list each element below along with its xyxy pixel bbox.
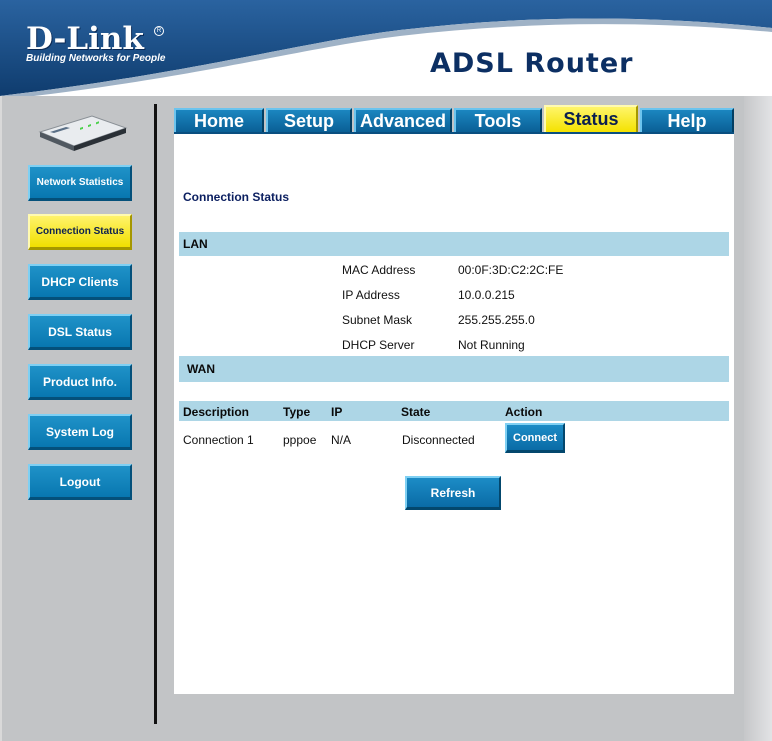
wan-col-state: State: [401, 405, 431, 419]
tab-home[interactable]: Home: [174, 108, 264, 132]
lan-dhcp-value: Not Running: [458, 338, 525, 352]
brand-name: D-Link: [26, 21, 144, 57]
sidebar-item-product-info[interactable]: Product Info.: [28, 364, 132, 400]
product-title: ADSL Router: [430, 48, 634, 79]
wan-row-state: Disconnected: [402, 433, 475, 447]
tab-setup[interactable]: Setup: [266, 108, 352, 132]
main-tabs: Home Setup Advanced Tools Status Help: [174, 105, 734, 133]
sidebar-item-system-log[interactable]: System Log: [28, 414, 132, 450]
wan-row-ip: N/A: [331, 433, 352, 447]
registered-mark-icon: R: [154, 26, 164, 36]
header-banner: D-Link Building Networks for People R AD…: [0, 0, 772, 100]
wan-col-type: Type: [283, 405, 311, 419]
tab-help[interactable]: Help: [640, 108, 734, 132]
lan-mac-value: 00:0F:3D:C2:2C:FE: [458, 263, 564, 277]
tab-advanced[interactable]: Advanced: [354, 108, 452, 132]
sidebar-item-dsl-status[interactable]: DSL Status: [28, 314, 132, 350]
router-device-icon: [38, 115, 128, 151]
lan-dhcp-label: DHCP Server: [342, 338, 415, 352]
wan-row-description: Connection 1: [183, 433, 254, 447]
wan-row-type: pppoe: [283, 433, 317, 447]
tab-status[interactable]: Status: [544, 105, 638, 132]
dlink-logo: D-Link Building Networks for People R: [26, 21, 166, 65]
frame-edge: [0, 96, 2, 741]
sidebar-item-connection-status[interactable]: Connection Status: [28, 214, 132, 250]
lan-section-header: LAN: [179, 232, 729, 256]
lan-ip-label: IP Address: [342, 288, 400, 302]
brand-tagline: Building Networks for People: [26, 53, 166, 64]
wan-col-description: Description: [183, 405, 250, 419]
wan-col-action: Action: [505, 405, 543, 419]
lan-mac-label: MAC Address: [342, 263, 416, 277]
tab-tools[interactable]: Tools: [454, 108, 542, 132]
sidebar-item-network-statistics[interactable]: Network Statistics: [28, 165, 132, 201]
wan-section-header: WAN: [179, 356, 729, 382]
lan-subnet-label: Subnet Mask: [342, 313, 413, 327]
wan-col-ip: IP: [331, 405, 343, 419]
lan-subnet-value: 255.255.255.0: [458, 313, 535, 327]
frame-right-edge: [744, 96, 772, 741]
main-content: Connection Status LAN MAC Address 00:0F:…: [174, 134, 734, 694]
page-title: Connection Status: [183, 190, 290, 204]
wan-table-header: [179, 401, 729, 421]
sidebar-item-logout[interactable]: Logout: [28, 464, 132, 500]
sidebar-item-dhcp-clients[interactable]: DHCP Clients: [28, 264, 132, 300]
sidebar-divider: [154, 104, 157, 724]
lan-ip-value: 10.0.0.215: [458, 288, 515, 302]
refresh-button[interactable]: Refresh: [405, 476, 501, 510]
connect-button[interactable]: Connect: [505, 423, 565, 453]
